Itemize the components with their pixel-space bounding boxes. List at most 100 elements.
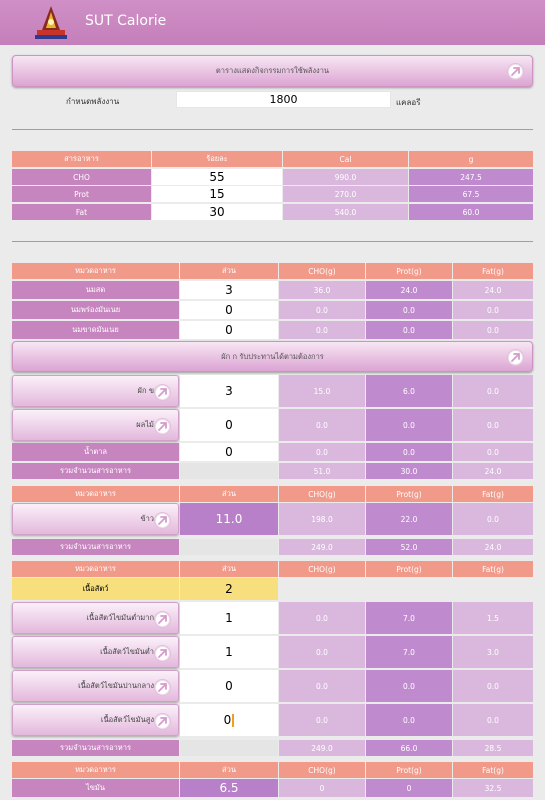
food-table-header: Fat(g): [453, 561, 533, 577]
arrow-icon: [154, 512, 171, 529]
portion-input[interactable]: 1: [180, 636, 278, 668]
food-table-header: ส่วน: [180, 263, 278, 279]
gram-value: 247.5: [409, 169, 533, 185]
nutrient-name: Fat: [12, 204, 151, 220]
portion-input[interactable]: 0: [180, 670, 278, 702]
total-blank: [180, 740, 278, 756]
gram-value: 67.5: [409, 186, 533, 202]
meat-group-name: เนื้อสัตว์: [12, 578, 179, 600]
cho-value: 0.0: [279, 670, 365, 702]
total-label: รวมจำนวนสารอาหาร: [12, 539, 179, 555]
total-fat: 24.0: [453, 463, 533, 479]
total-blank: [180, 539, 278, 555]
high-fat-meat-button[interactable]: เนื้อสัตว์ไขมันสูง: [12, 704, 179, 736]
fruit-button[interactable]: ผลไม้: [12, 409, 179, 441]
total-fat: 28.5: [453, 740, 533, 756]
prot-value: 0.0: [366, 409, 452, 441]
total-label: รวมจำนวนสารอาหาร: [12, 463, 179, 479]
portion-input[interactable]: 0: [180, 409, 278, 441]
food-group-name: นมขาดมันเนย: [12, 321, 179, 339]
fat-value: 0.0: [453, 503, 533, 535]
fat-value: 3.0: [453, 636, 533, 668]
portion-input[interactable]: 3: [180, 375, 278, 407]
arrow-icon: [154, 713, 171, 730]
food-table-header: Prot(g): [366, 486, 452, 502]
app-title: SUT Calorie: [85, 13, 167, 29]
portion-input[interactable]: 1: [180, 602, 278, 634]
food-group-name: น้ำตาล: [12, 443, 179, 461]
total-cho: 51.0: [279, 463, 365, 479]
total-prot: 30.0: [366, 463, 452, 479]
vegetable-a-label: ผัก ก รับประทานได้ตามต้องการ: [221, 351, 324, 361]
cho-value: 0.0: [279, 636, 365, 668]
fat-value: 0.0: [453, 670, 533, 702]
percent-input[interactable]: 55: [152, 169, 282, 185]
calorie-value: 990.0: [283, 169, 408, 185]
portion-input[interactable]: 0: [180, 443, 278, 461]
total-blank: [180, 463, 278, 479]
food-table-header: Fat(g): [453, 263, 533, 279]
portion-input[interactable]: 11.0: [180, 503, 278, 535]
cho-value: 36.0: [279, 281, 365, 299]
food-table-header: หมวดอาหาร: [12, 486, 179, 502]
fat-value: 0.0: [453, 321, 533, 339]
rice-button[interactable]: ข้าว: [12, 503, 179, 535]
food-table-header: ส่วน: [180, 561, 278, 577]
total-label: รวมจำนวนสารอาหาร: [12, 740, 179, 756]
prot-value: 6.0: [366, 375, 452, 407]
fat-value: 1.5: [453, 602, 533, 634]
cho-value: 0.0: [279, 321, 365, 339]
portion-input[interactable]: 0: [180, 301, 278, 319]
percent-input[interactable]: 15: [152, 186, 282, 202]
food-table-header: CHO(g): [279, 263, 365, 279]
prot-value: 0.0: [366, 321, 452, 339]
vegetable-a-button[interactable]: ผัก ก รับประทานได้ตามต้องการ: [12, 341, 533, 372]
vegetable-b-button[interactable]: ผัก ข: [12, 375, 179, 407]
very-lean-meat-button[interactable]: เนื้อสัตว์ไขมันต่ำมาก: [12, 602, 179, 634]
food-table-header: ส่วน: [180, 486, 278, 502]
food-table-header: หมวดอาหาร: [12, 762, 179, 778]
prot-value: 24.0: [366, 281, 452, 299]
cho-value: 0: [279, 779, 365, 797]
text-cursor: [232, 713, 235, 727]
fat-value: 0.0: [453, 443, 533, 461]
meat-portion-input[interactable]: 2: [180, 578, 278, 600]
portion-input[interactable]: 0: [180, 704, 278, 736]
prot-value: 0.0: [366, 670, 452, 702]
food-table-header: หมวดอาหาร: [12, 561, 179, 577]
activity-table-label: ตารางแสดงกิจกรรมการใช้พลังงาน: [215, 66, 330, 75]
total-prot: 66.0: [366, 740, 452, 756]
food-group-label: ข้าว: [140, 514, 154, 523]
cho-value: 0.0: [279, 704, 365, 736]
fat-value: 24.0: [453, 281, 533, 299]
arrow-icon: [154, 645, 171, 662]
energy-target-input[interactable]: 1800: [176, 91, 391, 108]
food-table-header: CHO(g): [279, 762, 365, 778]
prot-value: 7.0: [366, 636, 452, 668]
calorie-value: 270.0: [283, 186, 408, 202]
portion-input[interactable]: 3: [180, 281, 278, 299]
fat-value: 32.5: [453, 779, 533, 797]
food-table-header: Prot(g): [366, 263, 452, 279]
arrow-icon: [507, 63, 524, 80]
prot-value: 0: [366, 779, 452, 797]
university-logo: [35, 6, 67, 39]
total-cho: 249.0: [279, 539, 365, 555]
portion-input[interactable]: 6.5: [180, 779, 278, 797]
food-table-header: ส่วน: [180, 762, 278, 778]
divider: [12, 129, 533, 130]
percent-input[interactable]: 30: [152, 204, 282, 220]
prot-value: 22.0: [366, 503, 452, 535]
activity-table-button[interactable]: ตารางแสดงกิจกรรมการใช้พลังงาน: [12, 55, 533, 87]
total-prot: 52.0: [366, 539, 452, 555]
arrow-icon: [154, 611, 171, 628]
portion-input[interactable]: 0: [180, 321, 278, 339]
nutrient-header: Cal: [283, 151, 408, 167]
lean-meat-button[interactable]: เนื้อสัตว์ไขมันต่ำ: [12, 636, 179, 668]
medium-fat-meat-button[interactable]: เนื้อสัตว์ไขมันปานกลาง: [12, 670, 179, 702]
food-table-header: หมวดอาหาร: [12, 263, 179, 279]
divider: [12, 241, 533, 242]
food-group-label: เนื้อสัตว์ไขมันต่ำมาก: [86, 613, 154, 622]
food-table-header: CHO(g): [279, 486, 365, 502]
food-group-label: ผลไม้: [136, 420, 154, 429]
